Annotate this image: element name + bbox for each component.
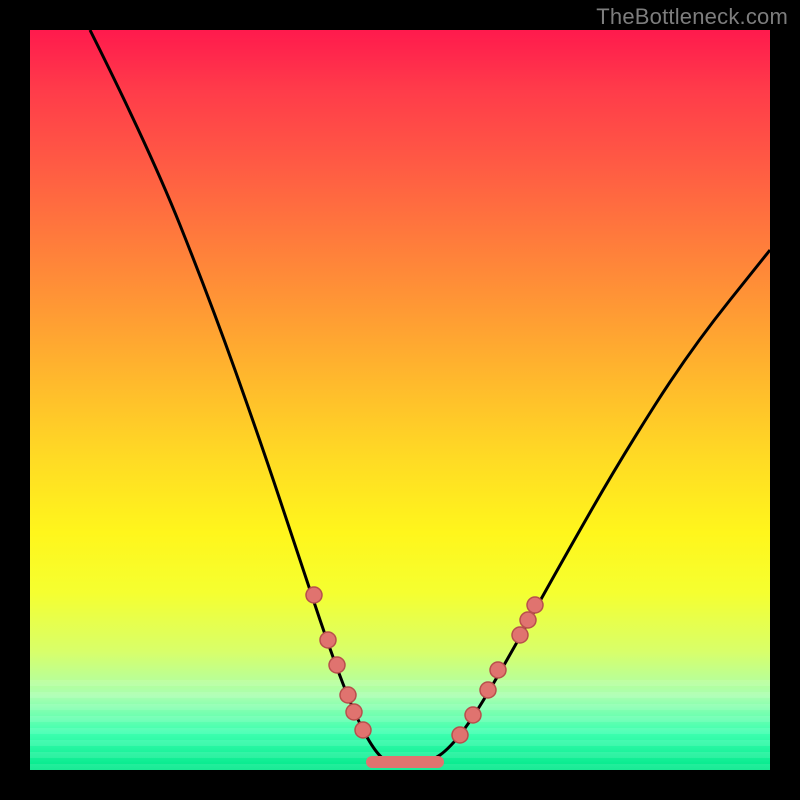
- marker-dot: [355, 722, 371, 738]
- marker-dot: [512, 627, 528, 643]
- watermark-text: TheBottleneck.com: [596, 4, 788, 30]
- right-flank-markers: [452, 597, 543, 743]
- marker-dot: [320, 632, 336, 648]
- plot-area: [30, 30, 770, 770]
- bottleneck-curve: [90, 30, 770, 765]
- marker-dot: [306, 587, 322, 603]
- marker-dot: [340, 687, 356, 703]
- chart-frame: TheBottleneck.com: [0, 0, 800, 800]
- marker-dot: [490, 662, 506, 678]
- marker-dot: [346, 704, 362, 720]
- chart-overlay: [30, 30, 770, 770]
- marker-dot: [480, 682, 496, 698]
- marker-dot: [452, 727, 468, 743]
- marker-dot: [527, 597, 543, 613]
- marker-dot: [329, 657, 345, 673]
- marker-dot: [465, 707, 481, 723]
- marker-dot: [520, 612, 536, 628]
